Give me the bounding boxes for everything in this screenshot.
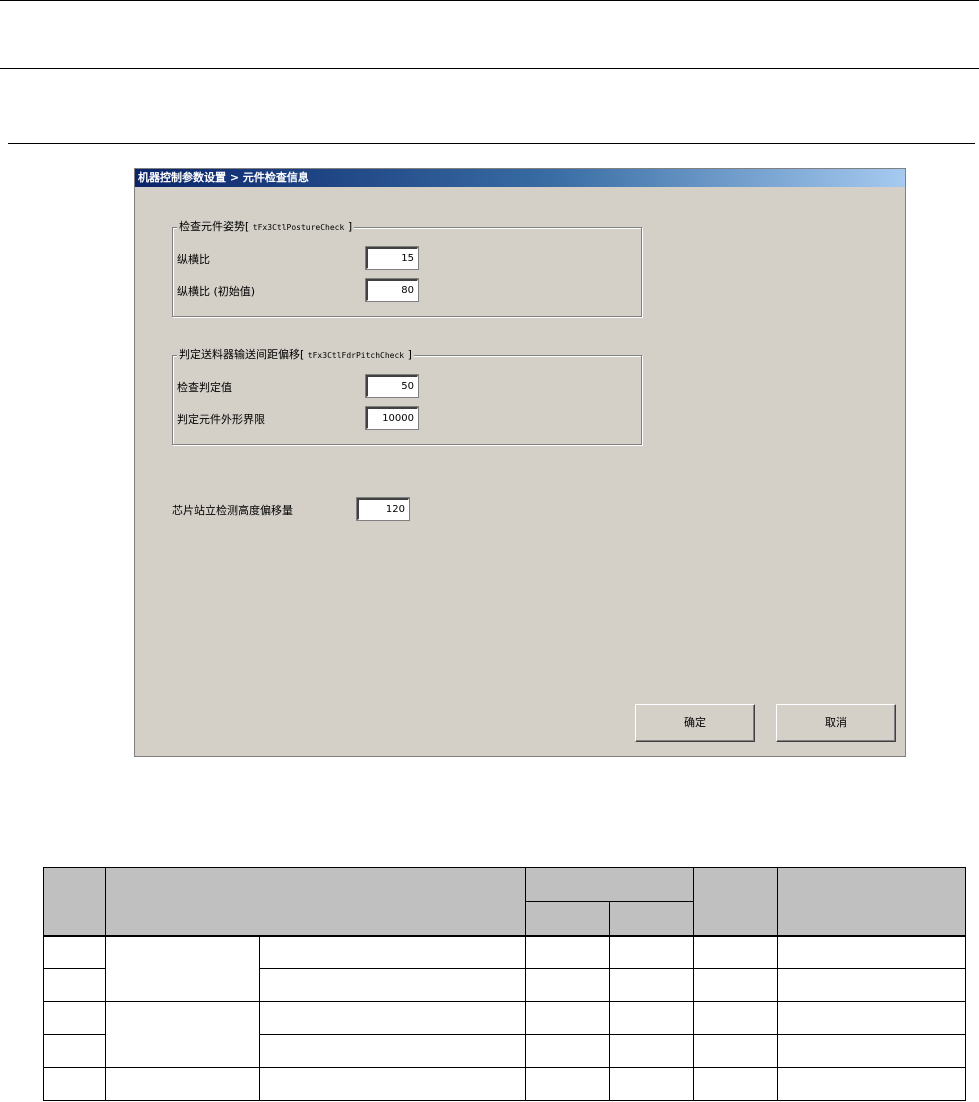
aspect-ratio-initial-label: 纵横比 (初始值) xyxy=(177,285,256,298)
group-title-close: ] xyxy=(347,220,353,233)
table-cell xyxy=(525,934,610,969)
table-cell xyxy=(43,934,106,969)
table-cell xyxy=(525,1001,610,1035)
table-cell xyxy=(259,1034,526,1068)
table-cell xyxy=(525,968,610,1002)
table-cell xyxy=(609,1001,694,1035)
feeder-pitch-check-group: 判定送料器输送间距偏移[ tFx3CtlFdrPitchCheck ] 检查判定… xyxy=(172,348,642,445)
table-cell xyxy=(259,934,526,969)
table-cell xyxy=(525,1067,610,1101)
table-row xyxy=(43,1001,966,1068)
group-title-code: tFx3CtlPostureCheck xyxy=(252,223,345,232)
group-title-code: tFx3CtlFdrPitchCheck xyxy=(307,351,405,360)
top-rule xyxy=(0,0,979,1)
ok-button[interactable]: 确定 xyxy=(635,704,755,742)
check-judge-value-input[interactable] xyxy=(365,374,419,398)
aspect-ratio-label: 纵横比 xyxy=(177,253,210,266)
table-cell xyxy=(525,1034,610,1068)
dialog-title: 机器控制参数设置 > 元件检查信息 xyxy=(135,169,905,187)
check-judge-value-label: 检查判定值 xyxy=(177,381,232,394)
outline-limit-label: 判定元件外形界限 xyxy=(177,413,265,426)
aspect-ratio-initial-input[interactable] xyxy=(365,278,419,302)
table-cell xyxy=(693,968,778,1002)
header-cell xyxy=(777,867,966,936)
group-title-close: ] xyxy=(407,348,412,361)
table-cell xyxy=(609,1034,694,1068)
table-cell xyxy=(43,1001,106,1035)
header-rule xyxy=(0,68,979,69)
outline-limit-input[interactable] xyxy=(365,406,419,430)
table-row xyxy=(43,1067,966,1101)
posture-check-group-title: 检查元件姿势[ tFx3CtlPostureCheck ] xyxy=(177,220,355,235)
table-cell xyxy=(777,968,966,1002)
table-cell xyxy=(777,1067,966,1101)
aspect-ratio-input[interactable] xyxy=(365,246,419,270)
cancel-button[interactable]: 取消 xyxy=(776,704,896,742)
header-cell xyxy=(525,867,694,902)
table-cell xyxy=(105,1001,260,1068)
chip-stand-offset-label: 芯片站立检测高度偏移量 xyxy=(172,504,293,517)
table-cell xyxy=(609,968,694,1002)
table-cell xyxy=(777,1001,966,1035)
table-cell xyxy=(105,1067,260,1101)
parameter-table xyxy=(43,867,966,1101)
table-cell xyxy=(693,1067,778,1101)
group-title-text: 检查元件姿势[ xyxy=(179,220,250,233)
table-cell xyxy=(105,934,260,1002)
chip-stand-offset-input[interactable] xyxy=(356,497,410,521)
header-cell xyxy=(693,867,778,936)
header-cell xyxy=(105,867,526,936)
table-cell xyxy=(259,968,526,1002)
table-cell xyxy=(43,1034,106,1068)
table-cell xyxy=(777,1034,966,1068)
header-cell xyxy=(43,867,106,936)
table-cell xyxy=(693,1001,778,1035)
feeder-pitch-check-group-title: 判定送料器输送间距偏移[ tFx3CtlFdrPitchCheck ] xyxy=(177,348,414,363)
table-row xyxy=(43,934,966,1002)
table-cell xyxy=(693,934,778,969)
table-cell xyxy=(777,934,966,969)
table-cell xyxy=(259,1067,526,1101)
table-cell xyxy=(43,968,106,1002)
section-rule xyxy=(8,143,975,144)
group-title-text: 判定送料器输送间距偏移[ xyxy=(179,348,305,361)
posture-check-group: 检查元件姿势[ tFx3CtlPostureCheck ] 纵横比 纵横比 (初… xyxy=(172,220,642,317)
table-cell xyxy=(609,934,694,969)
table-cell xyxy=(609,1067,694,1101)
table-cell xyxy=(259,1001,526,1035)
header-cell xyxy=(609,901,694,936)
table-header-row xyxy=(43,867,966,936)
header-cell xyxy=(525,901,610,936)
component-check-dialog: 机器控制参数设置 > 元件检查信息 检查元件姿势[ tFx3CtlPosture… xyxy=(134,168,906,757)
table-cell xyxy=(693,1034,778,1068)
table-cell xyxy=(43,1067,106,1101)
